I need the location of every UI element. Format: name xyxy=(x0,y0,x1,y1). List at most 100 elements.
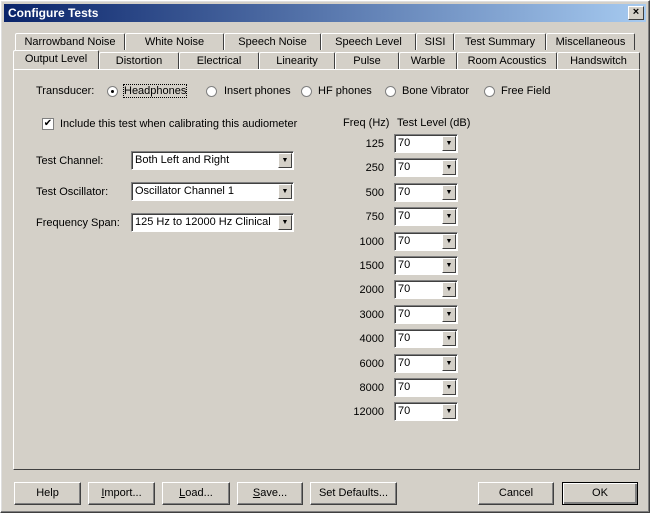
test-level-select[interactable]: 70 ▼ xyxy=(394,329,458,349)
radio-headphones[interactable] xyxy=(107,86,118,97)
tab-miscellaneous[interactable]: Miscellaneous xyxy=(546,33,635,50)
chevron-down-icon[interactable]: ▼ xyxy=(278,184,292,199)
test-level-select[interactable]: 70 ▼ xyxy=(394,207,458,227)
tab-white-noise[interactable]: White Noise xyxy=(125,33,224,50)
include-calibration-label[interactable]: Include this test when calibrating this … xyxy=(60,118,297,130)
output-level-panel: Transducer: Headphones Insert phones HF … xyxy=(13,69,640,470)
title-bar: Configure Tests × xyxy=(4,4,646,22)
freq-value: 3000 xyxy=(359,308,384,321)
test-level-value: 70 xyxy=(398,356,411,369)
import-button[interactable]: Import... xyxy=(88,482,155,505)
test-level-select[interactable]: 70 ▼ xyxy=(394,402,458,422)
freq-value: 2000 xyxy=(359,284,384,297)
test-level-select[interactable]: 70 ▼ xyxy=(394,378,458,397)
close-icon[interactable]: × xyxy=(628,6,644,20)
freq-header: Freq (Hz) xyxy=(343,117,390,129)
tab-speech-level[interactable]: Speech Level xyxy=(321,33,416,50)
freq-value: 12000 xyxy=(353,406,384,419)
test-level-select[interactable]: 70 ▼ xyxy=(394,231,458,251)
freq-value: 750 xyxy=(365,211,384,224)
tab-pulse[interactable]: Pulse xyxy=(335,52,399,69)
radio-insert-phones-label[interactable]: Insert phones xyxy=(224,85,291,97)
chevron-down-icon[interactable]: ▼ xyxy=(442,404,456,420)
test-level-value: 70 xyxy=(398,234,411,247)
chevron-down-icon[interactable]: ▼ xyxy=(442,136,456,151)
test-oscillator-label: Test Oscillator: xyxy=(36,186,109,198)
chevron-down-icon[interactable]: ▼ xyxy=(442,258,456,273)
chevron-down-icon[interactable]: ▼ xyxy=(278,215,292,230)
help-button[interactable]: Help xyxy=(14,482,81,505)
test-level-select[interactable]: 70 ▼ xyxy=(394,256,458,275)
tab-distortion[interactable]: Distortion xyxy=(99,52,179,69)
test-level-value: 70 xyxy=(398,210,411,223)
freq-value: 125 xyxy=(365,138,384,150)
test-channel-label: Test Channel: xyxy=(36,155,104,167)
test-level-select[interactable]: 70 ▼ xyxy=(394,304,458,324)
frequency-span-value: 125 Hz to 12000 Hz Clinical xyxy=(135,216,271,228)
freq-value: 8000 xyxy=(359,382,384,394)
freq-value: 1500 xyxy=(359,260,384,272)
freq-value: 4000 xyxy=(359,333,384,346)
load-button[interactable]: Load... xyxy=(162,482,230,505)
configure-tests-dialog: Configure Tests × Narrowband Noise White… xyxy=(0,0,650,513)
radio-hf-phones[interactable] xyxy=(301,86,312,97)
chevron-down-icon[interactable]: ▼ xyxy=(442,380,456,395)
tab-warble[interactable]: Warble xyxy=(399,52,457,69)
transducer-label: Transducer: xyxy=(36,85,95,97)
test-level-value: 70 xyxy=(398,381,411,393)
chevron-down-icon[interactable]: ▼ xyxy=(442,282,456,298)
test-channel-select[interactable]: Both Left and Right ▼ xyxy=(131,151,294,170)
tab-handswitch[interactable]: Handswitch xyxy=(557,52,640,69)
tab-room-acoustics[interactable]: Room Acoustics xyxy=(457,52,557,69)
test-oscillator-select[interactable]: Oscillator Channel 1 ▼ xyxy=(131,182,294,201)
tab-row-back: Narrowband Noise White Noise Speech Nois… xyxy=(15,33,635,50)
chevron-down-icon[interactable]: ▼ xyxy=(442,233,456,249)
chevron-down-icon[interactable]: ▼ xyxy=(442,331,456,347)
chevron-down-icon[interactable]: ▼ xyxy=(442,306,456,322)
test-level-select[interactable]: 70 ▼ xyxy=(394,182,458,202)
set-defaults-button[interactable]: Set Defaults... xyxy=(310,482,397,505)
tab-linearity[interactable]: Linearity xyxy=(259,52,335,69)
frequency-span-select[interactable]: 125 Hz to 12000 Hz Clinical ▼ xyxy=(131,213,294,232)
test-channel-value: Both Left and Right xyxy=(135,154,230,166)
tab-output-level[interactable]: Output Level xyxy=(13,50,99,69)
chevron-down-icon[interactable]: ▼ xyxy=(442,160,456,176)
frequency-span-label: Frequency Span: xyxy=(36,217,120,229)
tab-narrowband-noise[interactable]: Narrowband Noise xyxy=(15,33,125,50)
radio-free-field[interactable] xyxy=(484,86,495,97)
freq-value: 250 xyxy=(365,162,384,175)
chevron-down-icon[interactable]: ▼ xyxy=(278,153,292,168)
test-level-value: 70 xyxy=(398,185,411,198)
tab-test-summary[interactable]: Test Summary xyxy=(454,33,546,50)
radio-hf-phones-label[interactable]: HF phones xyxy=(318,85,372,97)
test-level-header: Test Level (dB) xyxy=(397,117,471,129)
window-title: Configure Tests xyxy=(8,6,99,20)
test-level-value: 70 xyxy=(398,161,411,174)
chevron-down-icon[interactable]: ▼ xyxy=(442,355,456,371)
cancel-button[interactable]: Cancel xyxy=(478,482,554,505)
test-level-value: 70 xyxy=(398,137,411,149)
test-level-value: 70 xyxy=(398,307,411,320)
tab-electrical[interactable]: Electrical xyxy=(179,52,259,69)
include-calibration-checkbox[interactable]: ✔ xyxy=(42,118,54,130)
tab-speech-noise[interactable]: Speech Noise xyxy=(224,33,321,50)
radio-bone-vibrator-label[interactable]: Bone Vibrator xyxy=(402,85,469,97)
radio-headphones-label[interactable]: Headphones xyxy=(122,84,188,98)
test-level-value: 70 xyxy=(398,259,411,271)
chevron-down-icon[interactable]: ▼ xyxy=(442,209,456,225)
test-level-select[interactable]: 70 ▼ xyxy=(394,280,458,300)
test-level-select[interactable]: 70 ▼ xyxy=(394,158,458,178)
freq-value: 1000 xyxy=(359,235,384,248)
test-level-value: 70 xyxy=(398,332,411,345)
test-level-select[interactable]: 70 ▼ xyxy=(394,134,458,153)
save-button[interactable]: Save... xyxy=(237,482,303,505)
radio-free-field-label[interactable]: Free Field xyxy=(501,85,551,97)
freq-value: 6000 xyxy=(359,357,384,370)
ok-button[interactable]: OK xyxy=(562,482,638,505)
test-level-select[interactable]: 70 ▼ xyxy=(394,353,458,373)
chevron-down-icon[interactable]: ▼ xyxy=(442,184,456,200)
radio-bone-vibrator[interactable] xyxy=(385,86,396,97)
tab-sisi[interactable]: SISI xyxy=(416,33,454,50)
tab-row-front: Output Level Distortion Electrical Linea… xyxy=(13,50,640,69)
radio-insert-phones[interactable] xyxy=(206,86,217,97)
